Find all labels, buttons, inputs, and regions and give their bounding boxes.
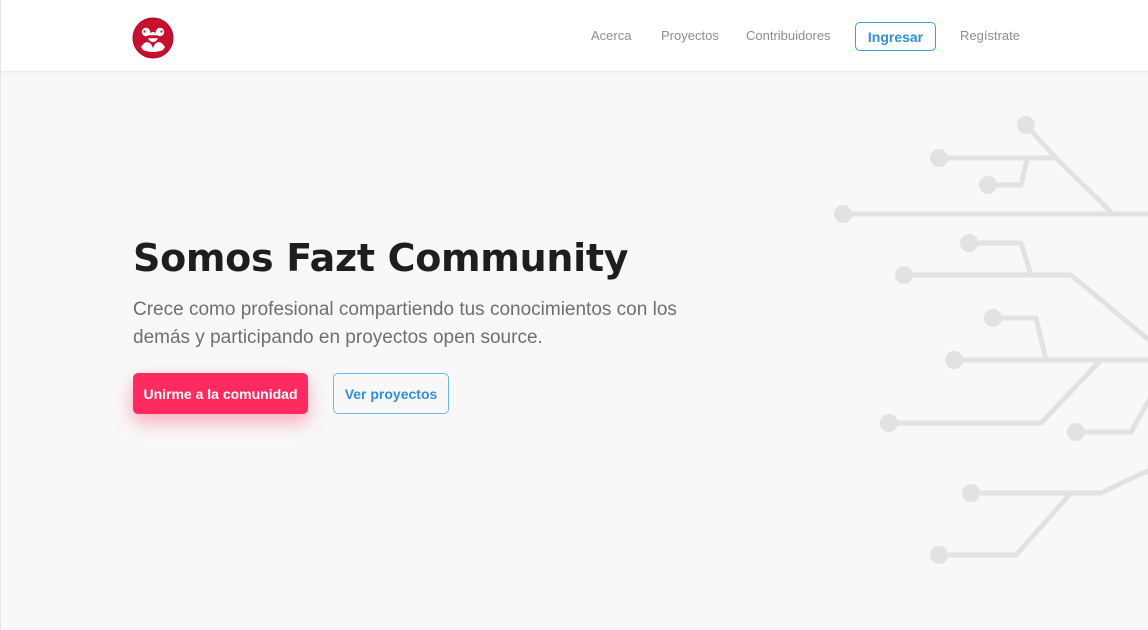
main-nav: Acerca Proyectos Contribuidores Ingresar… bbox=[1, 0, 1148, 72]
view-projects-button[interactable]: Ver proyectos bbox=[333, 373, 449, 414]
page: Acerca Proyectos Contribuidores Ingresar… bbox=[0, 0, 1148, 630]
navbar: Acerca Proyectos Contribuidores Ingresar… bbox=[1, 0, 1148, 72]
hero-subtitle: Crece como profesional compartiendo tus … bbox=[133, 299, 677, 348]
nav-link-projects[interactable]: Proyectos bbox=[661, 28, 719, 43]
hero-title: Somos Fazt Community bbox=[133, 236, 629, 280]
nav-link-contributors[interactable]: Contribuidores bbox=[746, 28, 831, 43]
circuit-lines-icon bbox=[834, 116, 1148, 564]
nav-link-register[interactable]: Regístrate bbox=[960, 28, 1020, 43]
login-button[interactable]: Ingresar bbox=[855, 22, 936, 51]
join-community-button[interactable]: Unirme a la comunidad bbox=[133, 373, 308, 414]
nav-link-about[interactable]: Acerca bbox=[591, 28, 631, 43]
